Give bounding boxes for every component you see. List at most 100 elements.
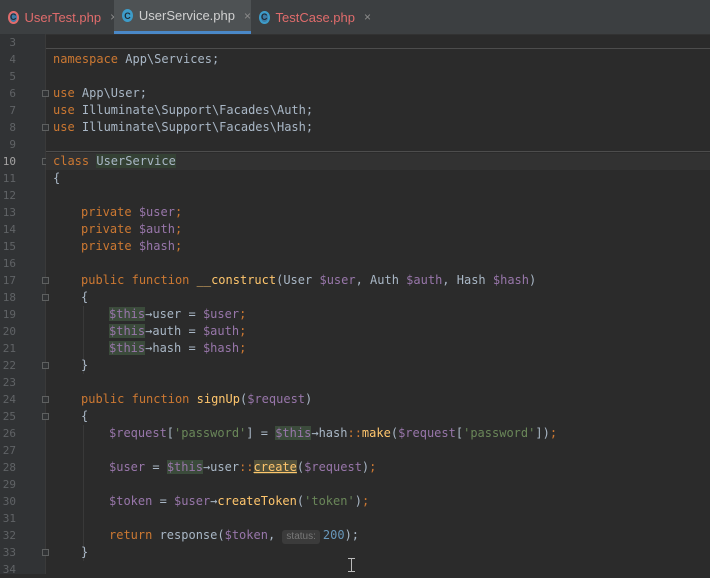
end-call: ); bbox=[344, 528, 360, 542]
paren: ) bbox=[354, 494, 362, 508]
brace: } bbox=[81, 358, 89, 372]
code-line-brace: } bbox=[81, 357, 88, 374]
close-icon[interactable]: × bbox=[244, 9, 251, 23]
code-line-brace: { bbox=[81, 408, 88, 425]
bracket: ] bbox=[246, 426, 254, 440]
keyword: private bbox=[81, 222, 132, 236]
keyword: private bbox=[81, 205, 132, 219]
php-class-icon: C bbox=[259, 10, 270, 24]
method-call: make bbox=[361, 426, 391, 440]
paren: ( bbox=[390, 426, 399, 440]
keyword: function bbox=[131, 273, 190, 287]
indent-guide bbox=[83, 425, 84, 561]
variable: $token bbox=[109, 494, 153, 508]
import-path: Illuminate\Support\Facades\Hash; bbox=[74, 120, 314, 134]
code-line-use: use Illuminate\Support\Facades\Auth; bbox=[53, 102, 313, 119]
variable: $hash bbox=[202, 341, 240, 355]
string: 'password' bbox=[463, 426, 536, 440]
code-line-use: use Illuminate\Support\Facades\Hash; bbox=[53, 119, 313, 136]
php-class-icon: C bbox=[8, 10, 19, 24]
code-line-property: private $user; bbox=[81, 204, 182, 221]
code-line-use: use App\User; bbox=[53, 85, 147, 102]
import-path: Illuminate\Support\Facades\Auth; bbox=[74, 103, 314, 117]
param-var: $hash bbox=[492, 273, 529, 287]
method-call-highlighted: create bbox=[253, 460, 297, 474]
brace: } bbox=[81, 545, 89, 559]
keyword: function bbox=[131, 392, 190, 406]
import-path: App\User; bbox=[74, 86, 147, 100]
tab-label: TestCase.php bbox=[275, 9, 356, 25]
brace: { bbox=[81, 290, 89, 304]
this-keyword: $this bbox=[109, 307, 146, 321]
param-var: $auth bbox=[406, 273, 443, 287]
code-line-hash: $request['password'] = $this→hash::make(… bbox=[109, 425, 557, 442]
paren: ) bbox=[305, 392, 313, 406]
code-line-token: $token = $user→createToken('token'); bbox=[109, 493, 369, 510]
scope-op: :: bbox=[239, 460, 254, 474]
assign: hash = bbox=[152, 341, 203, 355]
class-name: UserService bbox=[96, 154, 176, 168]
method-separator bbox=[46, 48, 710, 49]
keyword: private bbox=[81, 239, 132, 253]
assign: user = bbox=[152, 307, 203, 321]
params: , Auth bbox=[355, 273, 407, 287]
punctuation: ; bbox=[239, 307, 247, 321]
variable: $user bbox=[202, 307, 240, 321]
scope-op: :: bbox=[347, 426, 362, 440]
number: 200 bbox=[322, 528, 345, 542]
function-name: signUp bbox=[196, 392, 240, 406]
this-keyword: $this bbox=[109, 324, 146, 338]
code-line-assign: $this→hash = $hash; bbox=[109, 340, 246, 357]
variable: $user bbox=[109, 460, 146, 474]
tab-testcase[interactable]: C TestCase.php × bbox=[251, 0, 371, 34]
property: hash bbox=[318, 426, 348, 440]
params: ) bbox=[529, 273, 537, 287]
punctuation: ; bbox=[239, 341, 247, 355]
comma: , bbox=[267, 528, 283, 542]
code-line-property: private $auth; bbox=[81, 221, 182, 238]
code-line-create: $user = $this→user::create($request); bbox=[109, 459, 376, 476]
punctuation: ; bbox=[174, 239, 183, 253]
variable: $request bbox=[109, 426, 167, 440]
punctuation: ; bbox=[369, 460, 377, 474]
code-line-return: return response($token, status: 200); bbox=[109, 527, 359, 544]
code-editor[interactable]: namespace App\Services; use App\User; us… bbox=[0, 34, 710, 574]
punctuation: ; bbox=[361, 494, 370, 508]
punctuation: ; bbox=[174, 222, 183, 236]
variable: $request bbox=[398, 426, 456, 440]
code-line-class: class UserService bbox=[53, 153, 176, 170]
close-icon[interactable]: × bbox=[364, 10, 371, 24]
bracket: ] bbox=[535, 426, 543, 440]
property: $auth bbox=[138, 222, 175, 236]
brace: { bbox=[81, 409, 89, 423]
tab-usertest[interactable]: C UserTest.php × bbox=[0, 0, 117, 34]
namespace-name: App\Services; bbox=[118, 52, 220, 66]
code-line-namespace: namespace App\Services; bbox=[53, 51, 219, 68]
tab-userservice[interactable]: C UserService.php × bbox=[114, 0, 251, 34]
tab-label: UserService.php bbox=[138, 8, 235, 23]
keyword: class bbox=[53, 154, 90, 168]
code-line-assign: $this→auth = $auth; bbox=[109, 323, 246, 340]
code-line-signup: public function signUp($request) bbox=[81, 391, 312, 408]
this-keyword: $this bbox=[275, 426, 312, 440]
keyword: namespace bbox=[53, 52, 119, 66]
keyword: return bbox=[109, 528, 153, 542]
keyword: use bbox=[53, 103, 75, 117]
punctuation: ; bbox=[549, 426, 558, 440]
variable: $user bbox=[174, 494, 211, 508]
arrow: → bbox=[311, 426, 319, 440]
code-line-brace: } bbox=[81, 544, 88, 561]
punctuation: ; bbox=[174, 205, 183, 219]
operator: = bbox=[145, 460, 167, 474]
operator: = bbox=[152, 494, 175, 508]
keyword: use bbox=[53, 120, 75, 134]
code-line-assign: $this→user = $user; bbox=[109, 306, 246, 323]
tab-label: UserTest.php bbox=[24, 9, 102, 25]
params: , Hash bbox=[442, 273, 493, 287]
code-line-brace: { bbox=[81, 289, 88, 306]
php-class-icon: C bbox=[122, 9, 133, 22]
bracket: [ bbox=[455, 426, 464, 440]
property: user bbox=[210, 460, 240, 474]
string: 'token' bbox=[304, 494, 355, 508]
function-call: response( bbox=[152, 528, 225, 542]
